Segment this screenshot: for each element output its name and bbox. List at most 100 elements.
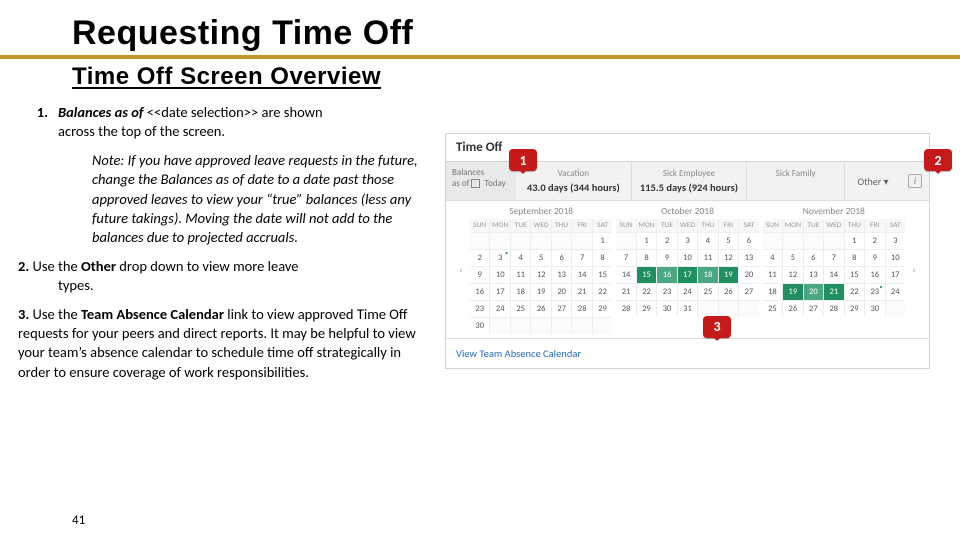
- team-absence-link[interactable]: View Team Absence Calendar: [446, 338, 929, 368]
- calendar-day[interactable]: 12: [531, 267, 550, 283]
- calendar-day[interactable]: 1: [593, 233, 612, 249]
- calendar-day[interactable]: 19: [719, 267, 738, 283]
- calendar-day[interactable]: 9: [470, 267, 489, 283]
- calendar-day[interactable]: 8: [845, 250, 864, 266]
- calendar-day[interactable]: 22: [637, 284, 656, 300]
- calendar-day[interactable]: 9: [657, 250, 676, 266]
- calendar-day[interactable]: 1: [845, 233, 864, 249]
- calendar-day[interactable]: 17: [490, 284, 509, 300]
- calendar-day[interactable]: 24: [490, 301, 509, 317]
- calendar-day[interactable]: 6: [739, 233, 758, 249]
- calendar-day[interactable]: 11: [698, 250, 717, 266]
- calendar-day[interactable]: 14: [824, 267, 843, 283]
- calendar-day[interactable]: 17: [886, 267, 905, 283]
- calendar-day[interactable]: 6: [804, 250, 823, 266]
- calendar-day[interactable]: 23: [865, 284, 884, 300]
- calendar-day[interactable]: 18: [763, 284, 782, 300]
- calendar-day[interactable]: 8: [637, 250, 656, 266]
- balances-as-of[interactable]: Balances as of Today: [446, 162, 516, 200]
- calendar-day[interactable]: 28: [824, 301, 843, 317]
- calendar-day[interactable]: 12: [783, 267, 802, 283]
- calendar-day[interactable]: 26: [783, 301, 802, 317]
- calendar-day[interactable]: 18: [511, 284, 530, 300]
- calendar-day[interactable]: 29: [593, 301, 612, 317]
- calendar-day[interactable]: 22: [845, 284, 864, 300]
- calendar-day[interactable]: 16: [657, 267, 676, 283]
- calendar-day[interactable]: 4: [763, 250, 782, 266]
- calendar-day[interactable]: 3: [490, 250, 509, 266]
- calendar-day[interactable]: 27: [739, 284, 758, 300]
- step-text: across the top of the screen.: [58, 122, 225, 140]
- calendar-day[interactable]: 25: [511, 301, 530, 317]
- calendar-day[interactable]: 3: [886, 233, 905, 249]
- calendar-day[interactable]: 16: [470, 284, 489, 300]
- calendar-day[interactable]: 21: [572, 284, 591, 300]
- calendar-day[interactable]: 2: [470, 250, 489, 266]
- calendar-day[interactable]: 30: [470, 318, 489, 334]
- calendar-day[interactable]: 1: [637, 233, 656, 249]
- calendar-day[interactable]: 30: [657, 301, 676, 317]
- calendar-day[interactable]: 20: [804, 284, 823, 300]
- calendar-day[interactable]: 15: [637, 267, 656, 283]
- calendar-day[interactable]: 10: [886, 250, 905, 266]
- calendar-day[interactable]: 29: [637, 301, 656, 317]
- calendar-day[interactable]: 31: [678, 301, 697, 317]
- calendar-day[interactable]: 19: [531, 284, 550, 300]
- calendar-day[interactable]: 21: [824, 284, 843, 300]
- calendar-day[interactable]: 6: [552, 250, 571, 266]
- calendar-day[interactable]: 24: [886, 284, 905, 300]
- step-text: Use the: [33, 257, 81, 275]
- next-month-button[interactable]: ›: [905, 263, 923, 276]
- calendar-day[interactable]: 14: [616, 267, 635, 283]
- calendar-day[interactable]: 15: [593, 267, 612, 283]
- calendar-day[interactable]: 2: [865, 233, 884, 249]
- calendar-day[interactable]: 28: [616, 301, 635, 317]
- calendar-day[interactable]: 13: [804, 267, 823, 283]
- calendar-day[interactable]: 25: [698, 284, 717, 300]
- calendar-day[interactable]: 23: [657, 284, 676, 300]
- calendar-day[interactable]: 21: [616, 284, 635, 300]
- calendar-day[interactable]: 15: [845, 267, 864, 283]
- calendar-day[interactable]: 20: [552, 284, 571, 300]
- calendar-day[interactable]: 8: [593, 250, 612, 266]
- calendar-day[interactable]: 22: [593, 284, 612, 300]
- dow-header: FRI: [719, 219, 738, 232]
- calendar-day[interactable]: 29: [845, 301, 864, 317]
- calendar-day[interactable]: 11: [763, 267, 782, 283]
- calendar-day[interactable]: 25: [763, 301, 782, 317]
- calendar-day[interactable]: 23: [470, 301, 489, 317]
- calendar-day[interactable]: 30: [865, 301, 884, 317]
- calendar-day[interactable]: 10: [678, 250, 697, 266]
- calendar-day[interactable]: 4: [511, 250, 530, 266]
- calendar-day[interactable]: 2: [657, 233, 676, 249]
- calendar-day[interactable]: 27: [552, 301, 571, 317]
- calendar-day[interactable]: 20: [739, 267, 758, 283]
- calendar-day[interactable]: 7: [572, 250, 591, 266]
- calendar-day[interactable]: 5: [783, 250, 802, 266]
- dow-header: FRI: [572, 219, 591, 232]
- calendar-day[interactable]: 14: [572, 267, 591, 283]
- other-dropdown[interactable]: Other ▾: [845, 162, 901, 200]
- calendar-day[interactable]: 7: [616, 250, 635, 266]
- calendar-day[interactable]: 19: [783, 284, 802, 300]
- prev-month-button[interactable]: ‹: [452, 263, 470, 276]
- calendar-day[interactable]: 13: [739, 250, 758, 266]
- calendar-day[interactable]: 26: [531, 301, 550, 317]
- calendar-day[interactable]: 17: [678, 267, 697, 283]
- calendar-day[interactable]: 7: [824, 250, 843, 266]
- calendar-day[interactable]: 5: [531, 250, 550, 266]
- calendar-day[interactable]: 16: [865, 267, 884, 283]
- calendar-day[interactable]: 28: [572, 301, 591, 317]
- calendar-day[interactable]: 3: [678, 233, 697, 249]
- calendar-day[interactable]: 26: [719, 284, 738, 300]
- calendar-day[interactable]: 9: [865, 250, 884, 266]
- calendar-day[interactable]: 10: [490, 267, 509, 283]
- calendar-day[interactable]: 27: [804, 301, 823, 317]
- calendar-day[interactable]: 24: [678, 284, 697, 300]
- calendar-day[interactable]: 12: [719, 250, 738, 266]
- calendar-day[interactable]: 4: [698, 233, 717, 249]
- calendar-day[interactable]: 18: [698, 267, 717, 283]
- calendar-day[interactable]: 13: [552, 267, 571, 283]
- calendar-day[interactable]: 11: [511, 267, 530, 283]
- calendar-day[interactable]: 5: [719, 233, 738, 249]
